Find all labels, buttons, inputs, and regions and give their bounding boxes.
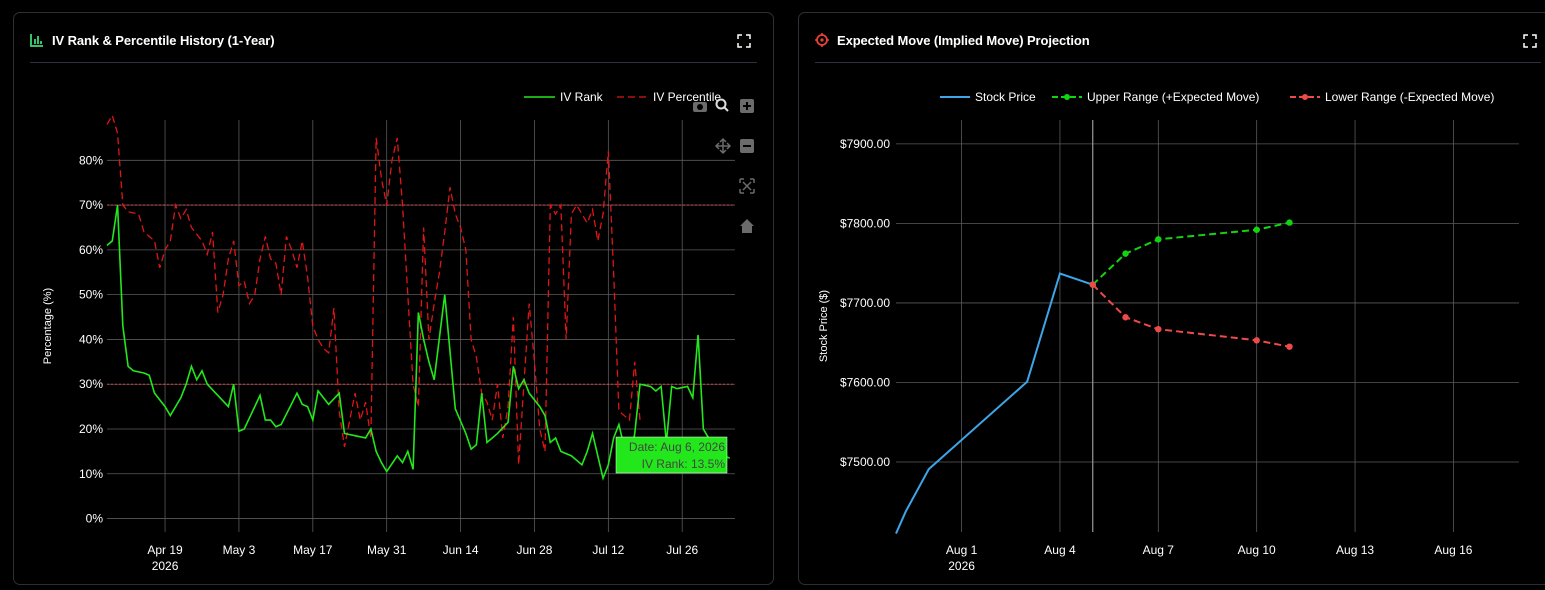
zoom-out-icon[interactable] [740,139,754,153]
x-tick-label: Aug 13 [1336,543,1374,557]
y-tick-label: 70% [79,198,103,212]
home-shape [740,219,754,233]
y-tick-label: $7600.00 [840,375,890,389]
lower-range-point[interactable] [1155,325,1162,333]
iv-history-chart[interactable]: 0% 10% 20% 30% 40% 50% 60% 70% 80% Apr 19 2026 May … [14,13,774,585]
x-tick-year: 2026 [152,559,179,573]
x-tick-label: May 31 [367,543,407,557]
hover-tooltip: Date: Aug 6, 2026 IV Rank: 13.5% [615,436,728,474]
y-tick-label: 40% [79,332,103,346]
lower-range-point[interactable] [1122,314,1129,321]
tooltip-arrow [727,449,728,461]
camera-lens [697,104,703,110]
upper-range-point[interactable] [1122,250,1129,257]
stock-price-line[interactable] [895,272,1094,534]
x-tick-label: Jun 14 [443,543,479,557]
y-tick-label: $7500.00 [840,455,890,469]
expected-move-chart[interactable]: $7500.00 $7600.00 $7700.00 $7800.00 $7900.00… [799,13,1545,585]
y-tick-label: 60% [79,243,103,257]
plot-area [895,120,1519,534]
autoscale-shape [739,178,755,194]
y-tick-label: 0% [86,512,104,526]
y-tick-label: 10% [79,467,103,481]
legend-label-lower-range: Lower Range (-Expected Move) [1325,90,1494,104]
x-tick-label: Apr 19 [147,543,183,557]
y-axis-title: Percentage (%) [42,288,54,364]
y-tick-label: $7800.00 [840,216,890,230]
legend-label-iv-rank: IV Rank [560,90,604,104]
y-tick-label: 30% [79,377,103,391]
upper-range-point[interactable] [1286,219,1293,226]
y-axis-title: Stock Price ($) [818,290,830,362]
zoom-in-icon[interactable] [740,99,754,113]
x-tick-label: Aug 16 [1434,543,1472,557]
legend-label-iv-percentile: IV Percentile [653,90,721,104]
lower-range-line[interactable] [1092,283,1290,348]
x-tick-label: Jul 26 [666,543,698,557]
pan-arrows [714,137,732,155]
zoom-handle [723,106,729,112]
legend-marker-lower-range [1302,94,1308,100]
x-tick-label: Jul 12 [592,543,624,557]
y-tick-label: 20% [79,422,103,436]
autoscale-icon[interactable] [739,178,755,194]
iv-percentile-line[interactable] [106,113,641,465]
legend: Stock Price Upper Range (+Expected Move) L… [940,90,1494,104]
lower-range-point[interactable] [1089,281,1096,288]
reset-axes-icon[interactable] [740,219,754,233]
x-tick-label: Aug 4 [1044,543,1076,557]
tooltip-line-date: Date: Aug 6, 2026 [629,440,725,454]
legend: IV Rank IV Percentile [524,90,721,104]
upper-range-point[interactable] [1155,236,1162,243]
upper-range-point[interactable] [1253,226,1260,233]
x-tick-label: May 17 [293,543,333,557]
x-tick-label: May 3 [223,543,256,557]
lower-range-point[interactable] [1253,337,1260,344]
tooltip-line-value: IV Rank: 13.5% [642,457,726,471]
y-tick-label: 80% [79,153,103,167]
modebar [693,98,755,233]
x-tick-label: Jun 28 [516,543,552,557]
x-tick-label: Aug 10 [1238,543,1276,557]
legend-label-stock-price: Stock Price [975,90,1036,104]
x-tick-label: Aug 1 [946,543,978,557]
legend-label-upper-range: Upper Range (+Expected Move) [1087,90,1259,104]
lower-range-point[interactable] [1286,343,1293,350]
iv-history-panel: IV Rank & Percentile History (1-Year) 0%… [13,12,774,585]
zoom-icon[interactable] [715,98,729,112]
upper-range-line[interactable] [1092,221,1290,286]
pan-icon[interactable] [714,137,732,155]
x-tick-label: Aug 7 [1143,543,1175,557]
y-tick-label: 50% [79,288,103,302]
y-tick-label: $7900.00 [840,137,890,151]
x-tick-year: 2026 [948,559,975,573]
camera-icon[interactable] [693,102,707,112]
expected-move-panel: Expected Move (Implied Move) Projection … [798,12,1545,585]
y-tick-label: $7700.00 [840,296,890,310]
legend-marker-upper-range [1064,94,1070,100]
